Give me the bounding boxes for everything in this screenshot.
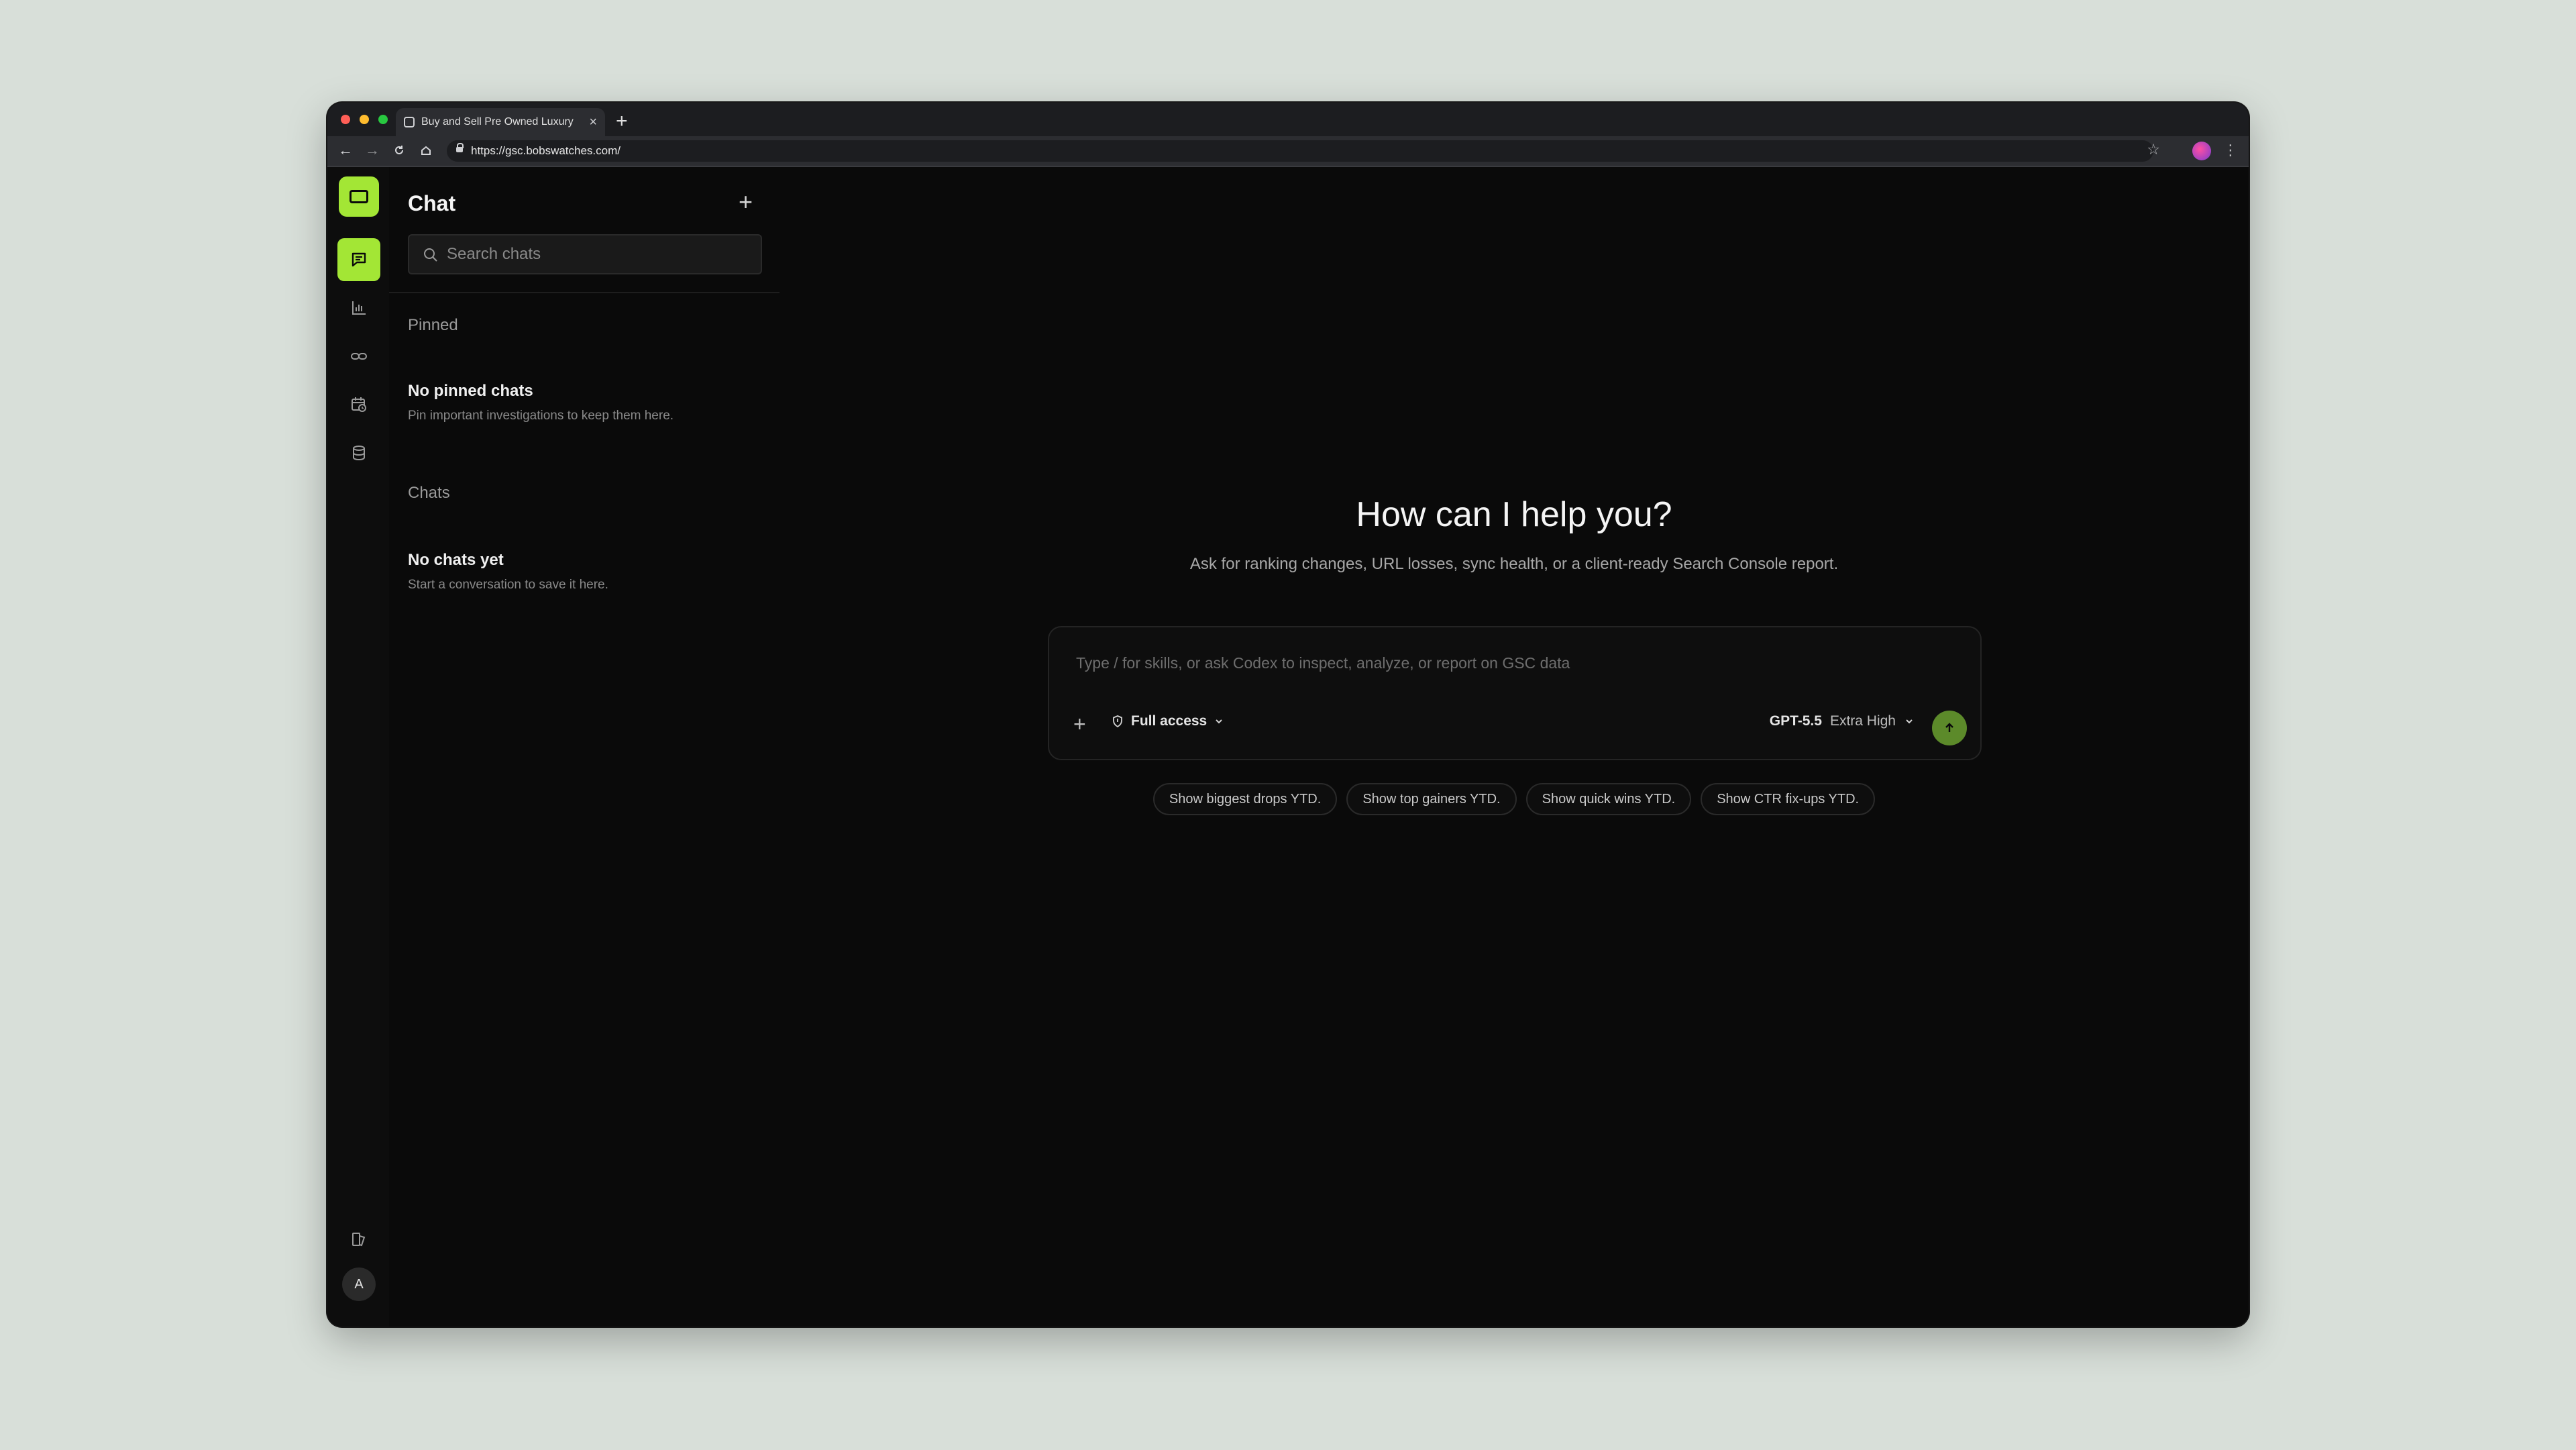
pinned-empty-title: No pinned chats bbox=[408, 382, 533, 400]
reload-icon[interactable] bbox=[389, 140, 409, 160]
bookmark-star-icon[interactable]: ☆ bbox=[2147, 141, 2160, 158]
rail-item-links[interactable] bbox=[337, 335, 380, 378]
tab-bar: Buy and Sell Pre Owned Luxury × + bbox=[327, 103, 2249, 136]
url-field[interactable]: https://gsc.bobswatches.com/ bbox=[447, 140, 2153, 162]
suggestion-chips: Show biggest drops YTD. Show top gainers… bbox=[780, 783, 2249, 815]
model-selector[interactable]: GPT-5.5 Extra High bbox=[1770, 713, 1915, 729]
panel-divider bbox=[389, 292, 780, 293]
pinned-heading: Pinned bbox=[408, 316, 458, 334]
back-arrow-icon[interactable]: ← bbox=[335, 140, 356, 160]
logo-icon bbox=[350, 190, 368, 203]
shield-icon bbox=[1113, 715, 1122, 728]
chat-list-panel: Chat + Search chats Pinned No pinned cha… bbox=[389, 167, 781, 1327]
rail-item-analytics[interactable] bbox=[337, 287, 380, 329]
minimize-window-button[interactable] bbox=[360, 115, 369, 124]
reasoning-level: Extra High bbox=[1829, 713, 1896, 729]
window-controls bbox=[341, 115, 388, 124]
tab-title: Buy and Sell Pre Owned Luxury bbox=[421, 116, 574, 127]
close-window-button[interactable] bbox=[341, 115, 350, 124]
rail-item-chat[interactable] bbox=[337, 238, 380, 281]
access-mode-label: Full access bbox=[1131, 713, 1208, 729]
suggestion-chip[interactable]: Show top gainers YTD. bbox=[1346, 783, 1517, 815]
new-chat-button[interactable]: + bbox=[739, 189, 753, 215]
page-subtitle: Ask for ranking changes, URL losses, syn… bbox=[1189, 555, 1839, 573]
browser-profile-avatar[interactable] bbox=[2192, 142, 2211, 160]
analytics-icon bbox=[352, 301, 366, 315]
rail-item-docs[interactable] bbox=[337, 1218, 380, 1261]
link-icon bbox=[351, 353, 367, 360]
maximize-window-button[interactable] bbox=[378, 115, 388, 124]
favicon-icon bbox=[404, 117, 415, 127]
url-text: https://gsc.bobswatches.com/ bbox=[471, 144, 621, 157]
book-icon bbox=[352, 1233, 366, 1247]
panel-title: Chat bbox=[408, 191, 456, 215]
icon-rail: A bbox=[327, 167, 390, 1327]
chats-empty-subtitle: Start a conversation to save it here. bbox=[408, 578, 608, 592]
suggestion-chip[interactable]: Show quick wins YTD. bbox=[1525, 783, 1692, 815]
rail-item-schedule[interactable] bbox=[337, 383, 380, 426]
browser-window: Buy and Sell Pre Owned Luxury × + ← → ht… bbox=[327, 103, 2249, 1327]
main-area: How can I help you? Ask for ranking chan… bbox=[780, 167, 2249, 1327]
browser-menu-icon[interactable]: ⋮ bbox=[2223, 142, 2238, 159]
home-icon[interactable] bbox=[416, 140, 436, 160]
model-name: GPT-5.5 bbox=[1769, 713, 1822, 729]
calendar-icon bbox=[352, 397, 366, 412]
address-bar-row: ← → https://gsc.bobswatches.com/ ☆ ⋮ bbox=[327, 136, 2249, 167]
browser-tab[interactable]: Buy and Sell Pre Owned Luxury × bbox=[396, 108, 605, 136]
suggestion-chip[interactable]: Show CTR fix-ups YTD. bbox=[1701, 783, 1876, 815]
lock-icon bbox=[456, 143, 464, 152]
suggestion-chip[interactable]: Show biggest drops YTD. bbox=[1152, 783, 1338, 815]
chats-heading: Chats bbox=[408, 484, 450, 502]
pinned-empty-subtitle: Pin important investigations to keep the… bbox=[408, 409, 674, 423]
chats-empty-title: No chats yet bbox=[408, 551, 504, 569]
search-icon bbox=[424, 248, 437, 262]
prompt-input[interactable] bbox=[1075, 650, 1949, 676]
chevron-down-icon bbox=[1906, 719, 1913, 724]
chat-icon bbox=[352, 252, 366, 267]
search-placeholder: Search chats bbox=[447, 245, 541, 263]
forward-arrow-icon[interactable]: → bbox=[362, 140, 382, 160]
app-root: A Chat + Search chats Pinned No pinned c… bbox=[327, 167, 2249, 1327]
user-avatar[interactable]: A bbox=[342, 1267, 376, 1301]
new-tab-button[interactable]: + bbox=[616, 108, 628, 135]
arrow-up-icon bbox=[1945, 723, 1953, 732]
composer: + Full access GPT-5.5 Extra High bbox=[1048, 626, 1982, 760]
attach-plus-button[interactable]: + bbox=[1073, 713, 1086, 735]
rail-item-data[interactable] bbox=[337, 431, 380, 474]
database-icon bbox=[353, 446, 365, 461]
send-button[interactable] bbox=[1932, 711, 1967, 745]
search-chats-input[interactable]: Search chats bbox=[408, 234, 762, 274]
app-logo[interactable] bbox=[339, 176, 379, 217]
chevron-down-icon bbox=[1216, 719, 1222, 724]
page-title: How can I help you? bbox=[1356, 495, 1672, 534]
tab-close-icon[interactable]: × bbox=[589, 115, 597, 129]
access-mode-dropdown[interactable]: Full access bbox=[1111, 713, 1224, 729]
